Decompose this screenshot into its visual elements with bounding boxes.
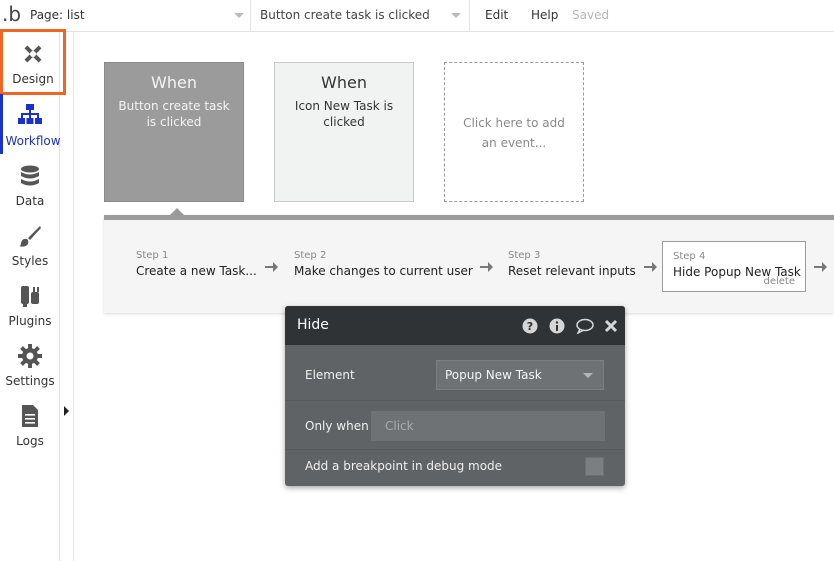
event-text: Icon New Task is clicked — [294, 99, 394, 129]
event-card-button-create-task[interactable]: When Button create task is clicked — [104, 62, 244, 202]
sidebar-item-settings[interactable]: Settings — [0, 334, 60, 394]
sidebar-item-label: Styles — [11, 254, 49, 268]
step-4[interactable]: Step 4 Hide Popup New Task delete — [662, 241, 806, 292]
chevron-down-icon — [234, 13, 244, 18]
sidebar-item-label: Logs — [16, 434, 44, 448]
row-divider — [285, 449, 625, 450]
sidebar-item-workflow[interactable]: Workflow — [0, 94, 61, 154]
step-title: Make changes to current user — [294, 264, 473, 278]
top-bar: .b Page: list Button create task is clic… — [0, 0, 834, 32]
step-3[interactable]: Step 3 Reset relevant inputs — [508, 250, 636, 278]
step-2[interactable]: Step 2 Make changes to current user — [294, 250, 473, 278]
help-icon[interactable]: ? — [522, 318, 538, 334]
sidebar: Design Workflow Data Styles Plugins Sett… — [0, 29, 66, 561]
chevron-down-icon — [583, 373, 593, 378]
panel-header: Hide ? — [285, 306, 625, 345]
sidebar-item-label: Plugins — [8, 314, 52, 328]
saved-status: Saved — [572, 8, 610, 22]
panel-header-icons: ? — [516, 318, 619, 335]
step-title: Reset relevant inputs — [508, 264, 636, 278]
sidebar-item-label: Settings — [5, 374, 55, 388]
sidebar-item-logs[interactable]: Logs — [0, 394, 60, 454]
workflow-icon — [18, 104, 42, 124]
step-number: Step 2 — [294, 250, 327, 261]
delete-step-link[interactable]: delete — [763, 276, 795, 287]
styles-icon — [19, 226, 41, 247]
breakpoint-label: Add a breakpoint in debug mode — [305, 459, 503, 473]
chevron-down-icon — [451, 13, 461, 18]
close-icon[interactable] — [603, 318, 619, 334]
step-title: Create a new Task... — [136, 264, 257, 278]
data-icon — [21, 165, 39, 186]
event-text: Button create task is clicked — [118, 99, 230, 129]
step-number: Step 4 — [673, 251, 706, 262]
only-when-label: Only when — [305, 419, 369, 433]
page-select[interactable]: Page: list — [24, 0, 251, 31]
svg-text:?: ? — [527, 320, 533, 333]
arrow-right-icon — [644, 262, 657, 272]
page-select-label: Page: list — [30, 8, 85, 22]
edit-menu[interactable]: Edit — [485, 0, 508, 31]
step-number: Step 3 — [508, 250, 541, 261]
event-select[interactable]: Button create task is clicked — [251, 0, 470, 31]
canvas-divider — [73, 32, 74, 561]
sidebar-item-design[interactable]: Design — [0, 29, 66, 95]
plugins-icon — [21, 286, 39, 307]
settings-icon — [18, 344, 42, 368]
action-property-panel: Hide ? Element Popup New Task Only when … — [285, 306, 625, 486]
sidebar-item-data[interactable]: Data — [0, 154, 60, 214]
only-when-placeholder: Click — [385, 419, 414, 433]
sidebar-item-plugins[interactable]: Plugins — [0, 274, 60, 334]
element-label: Element — [305, 368, 355, 382]
info-icon[interactable] — [549, 318, 565, 334]
arrow-right-icon — [814, 262, 827, 272]
sidebar-item-styles[interactable]: Styles — [0, 214, 60, 274]
sidebar-item-label: Design — [12, 72, 54, 86]
help-menu[interactable]: Help — [531, 0, 558, 31]
add-event-text: Click here to add an event... — [463, 116, 565, 150]
row-divider — [285, 400, 625, 401]
sidebar-item-label: Workflow — [5, 134, 61, 148]
step-number: Step 1 — [136, 250, 169, 261]
breakpoint-checkbox[interactable] — [585, 457, 604, 476]
event-card-icon-new-task[interactable]: When Icon New Task is clicked — [274, 62, 414, 202]
only-when-input[interactable]: Click — [371, 411, 605, 441]
panel-title: Hide — [297, 317, 329, 333]
bubble-logo[interactable]: .b — [0, 0, 24, 32]
arrow-right-icon — [265, 262, 278, 272]
event-when-label: When — [151, 73, 197, 92]
event-select-label: Button create task is clicked — [260, 8, 430, 22]
comment-icon[interactable] — [576, 318, 594, 335]
collapse-sidebar-icon[interactable] — [64, 406, 69, 416]
sidebar-item-label: Data — [15, 194, 45, 208]
logs-icon — [22, 405, 38, 427]
svg-text:.b: .b — [2, 2, 21, 26]
workflow-steps-bar: Step 1 Create a new Task... Step 2 Make … — [104, 215, 834, 313]
arrow-right-icon — [480, 262, 493, 272]
design-icon — [24, 45, 42, 63]
add-event-card[interactable]: Click here to add an event... — [444, 62, 584, 202]
element-dropdown-value: Popup New Task — [445, 368, 542, 382]
event-when-label: When — [321, 73, 367, 92]
step-1[interactable]: Step 1 Create a new Task... — [136, 250, 257, 278]
selected-event-pointer — [170, 208, 184, 215]
element-dropdown[interactable]: Popup New Task — [436, 360, 604, 390]
